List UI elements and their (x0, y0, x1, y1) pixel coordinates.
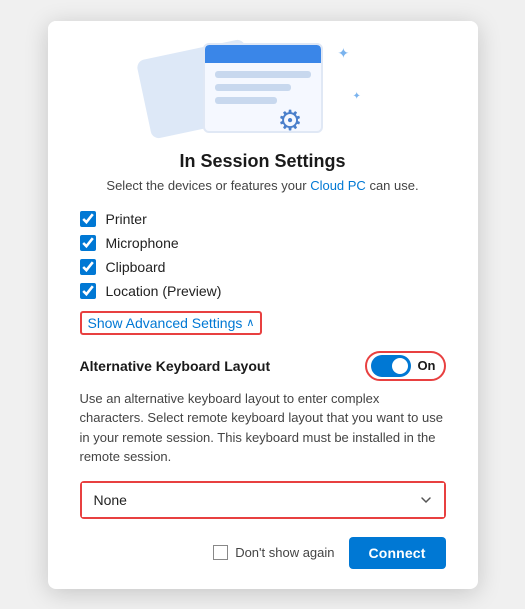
dialog-title: In Session Settings (80, 151, 446, 172)
keyboard-dropdown[interactable]: None (82, 483, 444, 517)
checkbox-printer[interactable]: Printer (80, 211, 446, 227)
checkbox-microphone[interactable]: Microphone (80, 235, 446, 251)
location-label: Location (Preview) (106, 283, 222, 299)
window-titlebar (205, 45, 321, 63)
dialog-subtitle: Select the devices or features your Clou… (80, 178, 446, 193)
sparkle-icon-2: ✦ (353, 91, 361, 102)
location-checkbox[interactable] (80, 283, 96, 299)
dont-show-label[interactable]: Don't show again (213, 545, 334, 560)
printer-checkbox[interactable] (80, 211, 96, 227)
advanced-row: Alternative Keyboard Layout On (80, 351, 446, 381)
dont-show-checkbox[interactable] (213, 545, 228, 560)
connect-button[interactable]: Connect (349, 537, 446, 569)
chevron-up-icon: ∧ (246, 316, 254, 329)
window-line-2 (215, 84, 292, 91)
dont-show-text: Don't show again (235, 545, 334, 560)
gear-icon: ⚙ (278, 104, 303, 137)
microphone-checkbox[interactable] (80, 235, 96, 251)
keyboard-toggle[interactable] (371, 355, 411, 377)
keyboard-layout-label: Alternative Keyboard Layout (80, 358, 271, 374)
checkbox-clipboard[interactable]: Clipboard (80, 259, 446, 275)
toggle-container: On (365, 351, 445, 381)
microphone-label: Microphone (106, 235, 179, 251)
toggle-slider (371, 355, 411, 377)
window-line-3 (215, 97, 277, 104)
in-session-settings-dialog: ⚙ ✦ ✦ In Session Settings Select the dev… (48, 21, 478, 589)
dialog-footer: Don't show again Connect (48, 537, 478, 569)
cloud-pc-link: Cloud PC (310, 178, 366, 193)
clipboard-checkbox[interactable] (80, 259, 96, 275)
show-advanced-button[interactable]: Show Advanced Settings ∧ (80, 311, 263, 335)
illustration: ⚙ ✦ ✦ (48, 21, 478, 151)
window-lines (205, 63, 321, 118)
advanced-section: Alternative Keyboard Layout On Use an al… (80, 351, 446, 519)
window-illustration (203, 43, 323, 133)
clipboard-label: Clipboard (106, 259, 166, 275)
keyboard-dropdown-container: None (80, 481, 446, 519)
checkbox-list: Printer Microphone Clipboard Location (P… (80, 211, 446, 299)
advanced-description: Use an alternative keyboard layout to en… (80, 389, 446, 467)
dialog-content: In Session Settings Select the devices o… (48, 151, 478, 519)
subtitle-prefix: Select the devices or features your (106, 178, 310, 193)
toggle-on-label: On (417, 358, 435, 373)
window-line-1 (215, 71, 311, 78)
printer-label: Printer (106, 211, 147, 227)
checkbox-location[interactable]: Location (Preview) (80, 283, 446, 299)
subtitle-suffix: can use. (366, 178, 419, 193)
show-advanced-label: Show Advanced Settings (88, 315, 243, 331)
sparkle-icon-1: ✦ (338, 45, 350, 62)
